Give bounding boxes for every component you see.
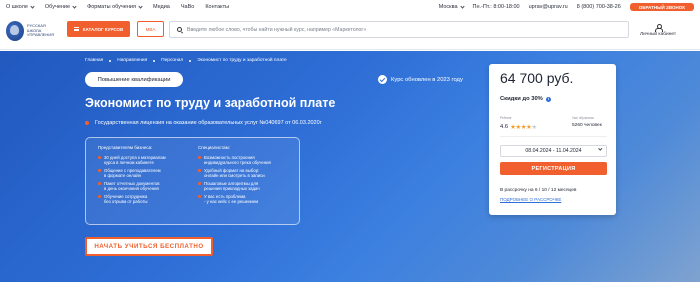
course-updated: Курс обновлен в 2023 году <box>378 75 463 84</box>
nav-contacts[interactable]: Контакты <box>205 4 229 10</box>
chevron-down-icon <box>459 3 465 9</box>
breadcrumb-personnel[interactable]: Персонал <box>161 58 183 63</box>
breadcrumb: Главная Направления Персонал Экономист п… <box>85 58 287 63</box>
search-placeholder: Введите любое слово, чтобы найти нужный … <box>187 26 367 33</box>
top-nav-left: О школе Обучение Форматы обучения Медиа … <box>6 0 240 14</box>
breadcrumb-current: Экономист по труду и заработной плате <box>197 58 287 63</box>
logo-icon <box>6 21 24 41</box>
list-item: 30 дней доступа к материалам курса в личн… <box>98 155 166 165</box>
list-item: У вас есть проблема - у нас кейс с ее реш… <box>198 194 271 204</box>
city-select[interactable]: Москва <box>439 3 465 10</box>
info-icon[interactable]: i <box>545 96 551 102</box>
dates-select[interactable]: 08.04.2024 - 11.04.2024 <box>500 145 607 157</box>
students-label: Уже обучились <box>572 116 595 120</box>
star-rating-icon: ★★★★★ <box>510 124 537 131</box>
user-icon <box>655 24 664 32</box>
nav-education[interactable]: Обучение <box>45 3 77 10</box>
search-input[interactable]: Введите любое слово, чтобы найти нужный … <box>169 21 629 38</box>
price: 64 700 руб. <box>500 70 574 86</box>
list-item: Пошаговые алгоритмы для решения прикладны… <box>198 181 271 191</box>
chevron-down-icon <box>30 3 35 9</box>
work-hours: Пн.-Пт.: 8:00-18:00 <box>472 4 520 10</box>
rating: 4.6 ★★★★★ <box>500 123 537 131</box>
nav-formats[interactable]: Форматы обучения <box>87 3 143 10</box>
business-benefits: Представителям бизнеса: 30 дней доступа … <box>98 145 166 207</box>
installment-link[interactable]: ПОДРОБНЕЕ О РАССРОЧКЕ <box>500 197 561 202</box>
list-item: Обучение сотрудника без отрыва от работы <box>98 194 166 204</box>
chevron-down-icon <box>138 3 143 9</box>
logo-text: РУССКАЯ ШКОЛА УПРАВЛЕНИЯ <box>27 23 55 38</box>
personal-cabinet-link[interactable]: Личный кабинет <box>640 24 676 37</box>
chevron-down-icon <box>72 3 77 9</box>
menu-icon <box>73 27 79 31</box>
callback-button[interactable]: ОБРАТНЫЙ ЗВОНОК <box>629 3 694 11</box>
course-type-badge: Повышение квалификации <box>85 72 183 87</box>
list-item: Удобный формат на выбор: онлайн или смотр… <box>198 168 271 178</box>
list-item: Пакет отчетных документов в день окончани… <box>98 181 166 191</box>
bullet-icon <box>85 121 89 125</box>
breadcrumb-directions[interactable]: Направления <box>117 58 147 63</box>
list-item: Общение с преподавателем в формате онлайн <box>98 168 166 178</box>
list-item: Возможность построения индивидуального тр… <box>198 155 271 165</box>
breadcrumb-separator <box>153 59 156 62</box>
installment-info: В рассрочку на 6 / 10 / 12 месяцев <box>500 188 577 193</box>
register-button[interactable]: РЕГИСТРАЦИЯ <box>500 162 607 175</box>
catalog-button[interactable]: КАТАЛОГ КУРСОВ <box>67 21 130 37</box>
mba-button[interactable]: MBA <box>137 21 164 37</box>
business-heading: Представителям бизнеса: <box>98 145 153 150</box>
specialists-heading: Специалистам: <box>198 145 231 150</box>
benefits-box: Представителям бизнеса: 30 дней доступа … <box>85 137 300 225</box>
phone-link[interactable]: 8 (800) 700-38-26 <box>577 4 621 10</box>
specialist-benefits: Специалистам: Возможность построения инди… <box>198 145 271 207</box>
students-count: 5260 человек <box>572 123 602 128</box>
chevron-down-icon <box>597 146 602 151</box>
rating-label: Рейтинг <box>500 116 512 120</box>
search-icon <box>177 27 182 32</box>
license-info: Государственная лицензия на оказание обр… <box>85 120 322 126</box>
page-title: Экономист по труду и заработной плате <box>85 96 336 110</box>
price-card: 64 700 руб. Скидки до 30% i Рейтинг 4.6 … <box>489 64 616 215</box>
nav-faq[interactable]: ЧаВо <box>181 4 194 10</box>
logo[interactable]: РУССКАЯ ШКОЛА УПРАВЛЕНИЯ <box>6 21 63 41</box>
start-free-button[interactable]: НАЧАТЬ УЧИТЬСЯ БЕСПЛАТНО <box>85 237 213 256</box>
breadcrumb-home[interactable]: Главная <box>85 58 103 63</box>
discount: Скидки до 30% i <box>500 96 551 102</box>
top-nav: О школе Обучение Форматы обучения Медиа … <box>0 0 700 14</box>
email-link[interactable]: uprav@uprav.ru <box>529 4 568 10</box>
breadcrumb-separator <box>109 59 112 62</box>
top-nav-right: Москва Пн.-Пт.: 8:00-18:00 uprav@uprav.r… <box>430 0 694 14</box>
nav-media[interactable]: Медиа <box>153 4 170 10</box>
breadcrumb-separator <box>189 59 192 62</box>
check-badge-icon <box>378 75 387 84</box>
divider <box>500 136 607 137</box>
nav-about[interactable]: О школе <box>6 3 35 10</box>
rating-value: 4.6 <box>500 124 509 130</box>
